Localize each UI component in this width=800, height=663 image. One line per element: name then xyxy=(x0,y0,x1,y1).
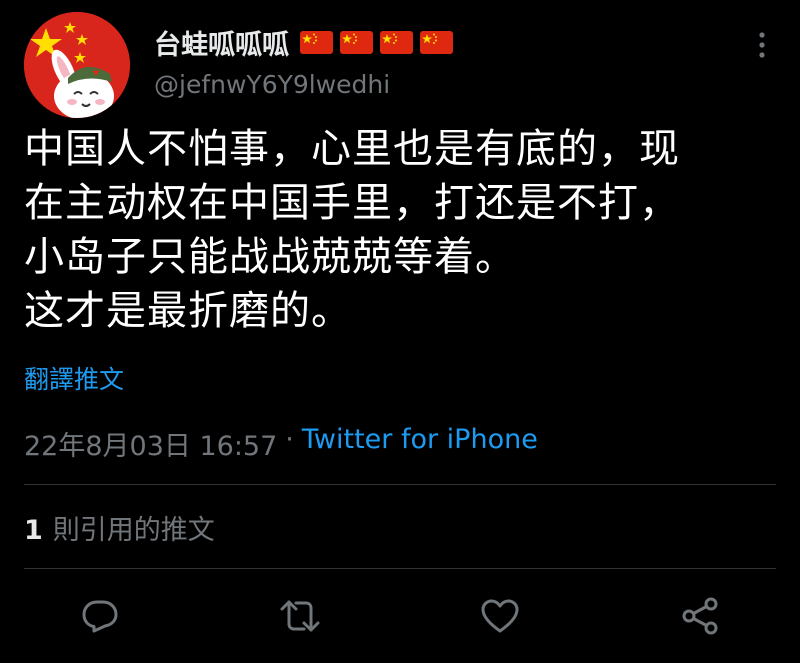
avatar[interactable] xyxy=(24,12,130,118)
share-button[interactable] xyxy=(680,596,720,636)
reply-button[interactable] xyxy=(80,596,120,636)
china-flag-icon xyxy=(300,30,333,54)
quote-count: 1 xyxy=(24,515,43,546)
reply-icon xyxy=(82,600,118,633)
tweet-timestamp[interactable]: 22年8月03日 16:57 xyxy=(24,424,277,463)
tweet-metadata: 22年8月03日 16:57 · Twitter for iPhone xyxy=(24,424,538,463)
heart-icon xyxy=(481,599,519,633)
quote-label: 則引用的推文 xyxy=(52,515,215,546)
divider xyxy=(24,568,776,569)
tweet-detail: 台蛙呱呱呱 @jefnwY6Y9lwedhi 中国人不怕事，心里也是有底的，现 … xyxy=(0,0,800,663)
more-vertical-icon[interactable] xyxy=(752,30,772,60)
china-flag-icon xyxy=(420,30,453,54)
avatar-image xyxy=(24,12,130,118)
share-icon xyxy=(682,597,718,635)
user-handle[interactable]: @jefnwY6Y9lwedhi xyxy=(154,70,390,99)
divider xyxy=(24,484,776,485)
quote-tweets-link[interactable]: 1 則引用的推文 xyxy=(24,508,215,547)
display-name[interactable]: 台蛙呱呱呱 xyxy=(154,23,289,62)
retweet-button[interactable] xyxy=(280,596,320,636)
translate-tweet-link[interactable]: 翻譯推文 xyxy=(24,360,124,396)
user-name-row[interactable]: 台蛙呱呱呱 xyxy=(154,22,453,62)
like-button[interactable] xyxy=(480,596,520,636)
retweet-icon xyxy=(280,600,320,632)
china-flag-icon xyxy=(340,30,373,54)
tweet-source-link[interactable]: Twitter for iPhone xyxy=(302,424,538,463)
china-flag-icon xyxy=(380,30,413,54)
meta-separator: · xyxy=(285,424,294,455)
tweet-text: 中国人不怕事，心里也是有底的，现 在主动权在中国手里，打还是不打， 小岛子只能战… xyxy=(24,126,680,334)
